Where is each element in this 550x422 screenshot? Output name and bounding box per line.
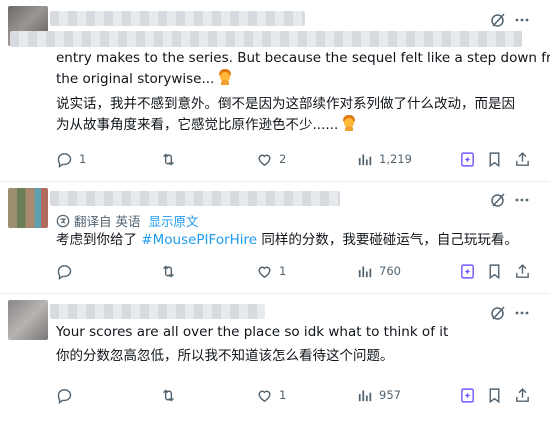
reply-icon: [57, 388, 72, 404]
post-actions: 1 2 1,219: [56, 149, 536, 169]
heart-icon: [258, 266, 271, 278]
redacted-user-name: [50, 304, 265, 319]
bookmark-icon: [489, 263, 500, 279]
post-text-line: Your scores are all over the place so id…: [56, 324, 449, 340]
post-text-segment: 同样的分数，我要碰碰运气，自己玩玩看。: [257, 232, 518, 248]
like-count: 1: [279, 264, 287, 278]
post-text-line: entry makes to the series. But because t…: [56, 50, 550, 66]
grok-icon[interactable]: [489, 11, 507, 29]
reply-icon: [57, 152, 72, 168]
post-text-line: 说实话，我并不感到意外。倒不是因为这部续作对系列做了什么改动，而是因: [56, 96, 515, 112]
share-button[interactable]: [514, 385, 531, 405]
post-actions: 1 760: [56, 261, 536, 281]
like-count: 1: [279, 388, 287, 402]
post-text-segment: 为从故事角度来看，它感觉比原作逊色不少......: [56, 117, 339, 133]
post-1[interactable]: entry makes to the series. But because t…: [0, 0, 550, 182]
share-icon: [516, 151, 529, 166]
reply-count: 1: [79, 152, 87, 166]
repost-icon: [163, 389, 174, 401]
grok-image-button[interactable]: [459, 261, 476, 281]
views-chart-icon: [358, 390, 372, 401]
views-count: 957: [379, 388, 401, 402]
like-button[interactable]: 1: [256, 261, 286, 281]
reply-icon: [57, 264, 72, 280]
views-button[interactable]: 957: [356, 385, 401, 405]
post-text-line: 为从故事角度来看，它感觉比原作逊色不少......: [56, 115, 356, 136]
more-icon[interactable]: [513, 191, 531, 209]
more-icon[interactable]: [513, 11, 531, 29]
post-text-segment: the original storywise...: [56, 71, 215, 87]
views-chart-icon: [358, 154, 372, 165]
show-original-link[interactable]: 显示原文: [148, 211, 198, 230]
bookmark-button[interactable]: [486, 385, 503, 405]
translated-label: 翻译自 英语: [74, 214, 141, 229]
like-button[interactable]: 1: [256, 385, 286, 405]
redacted-user-name: [50, 191, 340, 206]
repost-button[interactable]: [160, 149, 183, 169]
grok-image-button[interactable]: [459, 149, 476, 169]
grok-image-button[interactable]: [459, 385, 476, 405]
views-count: 760: [379, 264, 401, 278]
repost-icon: [163, 153, 174, 165]
grok-image-icon: [461, 151, 474, 167]
post-3[interactable]: Your scores are all over the place so id…: [0, 294, 550, 422]
avatar[interactable]: [8, 300, 48, 340]
redacted-user-name: [50, 11, 305, 26]
hashtag-link[interactable]: #MousePIForHire: [141, 232, 257, 248]
bookmark-button[interactable]: [486, 149, 503, 169]
repost-button[interactable]: [160, 261, 183, 281]
more-icon[interactable]: [513, 304, 531, 322]
post-text-segment: 考虑到你给了: [56, 232, 142, 248]
post-actions: 1 957: [56, 385, 536, 405]
post-text-line: the original storywise...: [56, 69, 232, 90]
post-text-line: 考虑到你给了 #MousePIForHire 同样的分数，我要碰碰运气，自己玩玩…: [56, 230, 518, 251]
share-icon: [516, 263, 529, 278]
person-emoji-icon: [342, 115, 356, 131]
views-button[interactable]: 1,219: [356, 149, 412, 169]
share-button[interactable]: [514, 149, 531, 169]
redacted-text-line: [10, 31, 522, 47]
heart-icon: [258, 390, 271, 402]
grok-image-icon: [461, 387, 474, 403]
grok-icon[interactable]: [489, 191, 507, 209]
repost-icon: [163, 265, 174, 277]
post-text-line: 你的分数忽高忽低，所以我不知道该怎么看待这个问题。: [56, 348, 394, 364]
person-emoji-icon: [218, 69, 232, 85]
heart-icon: [258, 154, 271, 166]
reply-button[interactable]: [56, 385, 79, 405]
avatar[interactable]: [8, 188, 48, 228]
like-button[interactable]: 2: [256, 149, 286, 169]
share-icon: [516, 387, 529, 402]
bookmark-icon: [489, 151, 500, 167]
share-button[interactable]: [514, 261, 531, 281]
reply-button[interactable]: 1: [56, 149, 86, 169]
translate-icon: [56, 214, 70, 227]
bookmark-button[interactable]: [486, 261, 503, 281]
post-2[interactable]: 翻译自 英语 显示原文 考虑到你给了 #MousePIForHire 同样的分数…: [0, 182, 550, 294]
views-chart-icon: [358, 266, 372, 277]
repost-button[interactable]: [160, 385, 183, 405]
reply-button[interactable]: [56, 261, 79, 281]
views-button[interactable]: 760: [356, 261, 401, 281]
like-count: 2: [279, 152, 287, 166]
views-count: 1,219: [379, 152, 412, 166]
grok-image-icon: [461, 263, 474, 279]
bookmark-icon: [489, 387, 500, 403]
translated-notice: 翻译自 英语 显示原文: [56, 211, 199, 230]
grok-icon[interactable]: [489, 304, 507, 322]
